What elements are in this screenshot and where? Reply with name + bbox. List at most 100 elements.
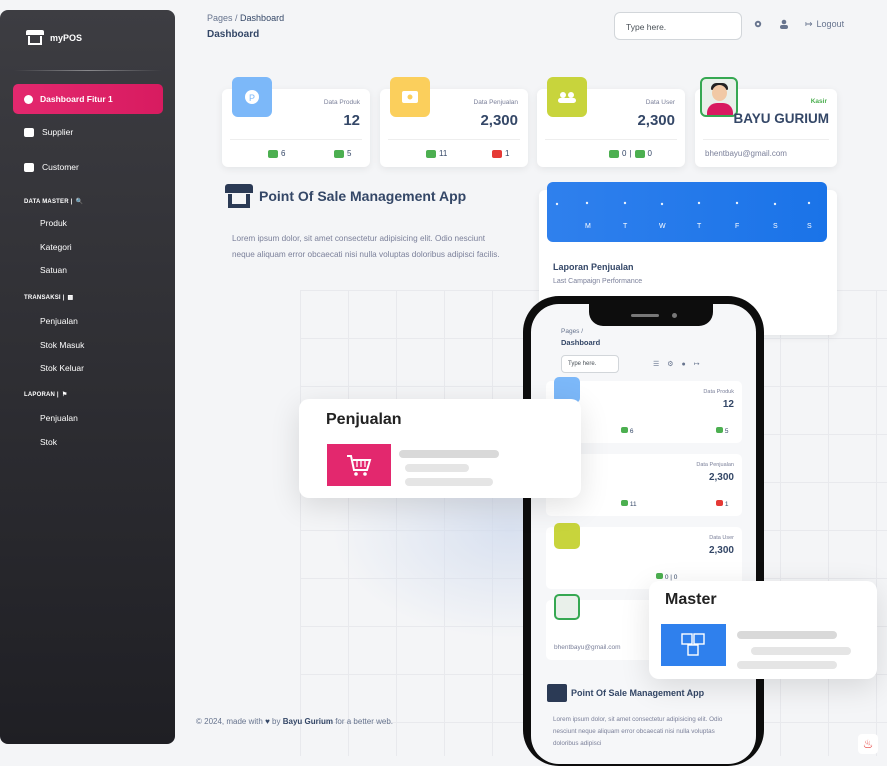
section-laporan: LAPORAN | ⚑ <box>24 391 67 399</box>
card-foot-a: 6 <box>268 149 285 158</box>
breadcrumb-current: Dashboard <box>240 13 285 23</box>
sidebar-item-stok[interactable]: Stok <box>40 437 57 447</box>
phone-card-user[interactable]: Data User 2,300 0 | 0 <box>546 523 742 589</box>
sidebar-item-penjualan[interactable]: Penjualan <box>40 316 78 326</box>
store-icon <box>547 684 567 702</box>
master-float-card[interactable]: Master <box>649 581 877 679</box>
profile-card[interactable]: Kasir BAYU GURIUM bhentbayu@gmail.com <box>695 77 837 167</box>
card-foot-value: 5 <box>724 428 729 435</box>
brand-name: myPOS <box>50 33 83 43</box>
phone-search-input[interactable]: Type here. <box>561 355 619 373</box>
truck-icon <box>634 149 645 158</box>
footer: © 2024, made with ♥ by Bayu Gurium for a… <box>196 717 393 726</box>
card-foot-value: 11 <box>629 501 637 508</box>
sidebar-item-customer[interactable]: Customer <box>24 162 79 172</box>
card-foot: 0 | 0 <box>609 149 652 158</box>
card-foot-value: 0 <box>622 149 627 158</box>
users-icon <box>24 162 34 172</box>
phone-breadcrumb: Pages / <box>561 328 584 335</box>
footer-suffix: for a better web. <box>335 717 394 726</box>
store-icon <box>225 182 253 210</box>
card-value: 2,300 <box>708 545 734 556</box>
sidebar-item-supplier[interactable]: Supplier <box>24 127 73 137</box>
card-foot-a: 6 <box>621 427 633 435</box>
profile-email: bhentbayu@gmail.com <box>705 149 787 158</box>
sidebar-item-satuan[interactable]: Satuan <box>40 265 67 275</box>
section-label: LAPORAN | <box>24 391 59 398</box>
search-input[interactable]: Type here. <box>614 12 742 40</box>
float-title-penjualan: Penjualan <box>326 411 402 428</box>
sidebar-divider <box>14 70 162 71</box>
money-icon <box>390 77 430 117</box>
sidebar-item-dashboard[interactable]: Dashboard Fitur 1 <box>13 84 163 114</box>
sidebar-item-laporan-penjualan[interactable]: Penjualan <box>40 413 78 423</box>
sidebar-item-label: Supplier <box>42 127 74 137</box>
user-list-icon <box>609 149 619 158</box>
sidebar-item-produk[interactable]: Produk <box>40 218 67 228</box>
card-foot-value: 1 <box>505 149 510 158</box>
svg-text:P: P <box>249 93 255 103</box>
card-user[interactable]: Data User 2,300 0 | 0 <box>537 77 685 167</box>
card-foot-value: 0 | 0 <box>664 574 678 581</box>
profile-name: BAYU GURIUM <box>733 111 829 126</box>
user-icon[interactable] <box>779 19 789 29</box>
card-label: Data Penjualan <box>696 462 734 468</box>
axis-label-w: W <box>659 223 666 230</box>
placeholder-bar <box>405 478 493 486</box>
card-divider <box>545 139 677 140</box>
card-value: 2,300 <box>708 472 734 483</box>
placeholder-bar <box>751 647 851 655</box>
card-value: 12 <box>343 112 360 129</box>
card-foot-value: 6 <box>629 428 634 435</box>
phone-app-title: Point Of Sale Management App <box>547 684 704 702</box>
card-foot-value: 5 <box>347 149 352 158</box>
card-label: Data User <box>645 99 675 106</box>
axis-label-s2: S <box>807 223 812 230</box>
placeholder-bar <box>405 464 469 472</box>
placeholder-bar <box>737 661 837 669</box>
app-title: Point Of Sale Management App <box>225 182 466 210</box>
breadcrumb-parent[interactable]: Pages <box>207 13 233 23</box>
penjualan-float-card[interactable]: Penjualan <box>299 399 581 498</box>
person-minus-icon <box>492 149 502 158</box>
sidebar-item-kategori[interactable]: Kategori <box>40 242 72 252</box>
axis-label-t: T <box>623 223 628 230</box>
card-label: Data User <box>709 535 734 541</box>
section-label: DATA MASTER | <box>24 198 73 205</box>
card-produk[interactable]: P Data Produk 12 6 5 <box>222 77 370 167</box>
gear-icon[interactable] <box>753 19 763 29</box>
profile-role: Kasir <box>810 98 827 105</box>
footer-author[interactable]: Bayu Gurium <box>283 717 333 726</box>
card-divider <box>388 139 520 140</box>
sidebar-item-stok-keluar[interactable]: Stok Keluar <box>40 363 84 373</box>
person-icon <box>426 149 436 158</box>
phone-screen: Pages / Dashboard Type here. ☰⚙●↦ Data P… <box>531 304 756 764</box>
phone-title: Dashboard <box>561 338 601 347</box>
placeholder-bar <box>399 450 499 458</box>
sidebar-item-label: Dashboard Fitur 1 <box>40 94 113 104</box>
card-value: 2,300 <box>637 112 675 129</box>
logout-label: Logout <box>816 19 845 29</box>
report-chart-svg: M T W T F S S <box>555 201 812 230</box>
logout-button[interactable]: ↦ Logout <box>805 19 844 30</box>
users-icon <box>547 77 587 117</box>
boxes-icon <box>661 624 726 666</box>
report-chart: M T W T F S S <box>547 182 827 242</box>
card-penjualan[interactable]: Data Penjualan 2,300 11 1 <box>380 77 528 167</box>
card-foot-b: 1 <box>492 149 509 158</box>
phone-toolbar-icons: ☰⚙●↦ <box>653 361 708 368</box>
footer-prefix: © 2024, made with <box>196 717 263 726</box>
shopping-cart-icon <box>327 444 391 486</box>
card-foot-b: 1 <box>716 500 728 508</box>
card-value: 2,300 <box>480 112 518 129</box>
sidebar-item-stok-masuk[interactable]: Stok Masuk <box>40 340 84 350</box>
fire-icon[interactable]: ♨ <box>858 734 878 754</box>
axis-label-m: M <box>585 223 591 230</box>
card-divider <box>230 139 362 140</box>
card-foot-a: 11 <box>621 500 637 508</box>
axis-label-f: F <box>735 223 739 230</box>
card-label: Data Produk <box>703 389 734 395</box>
brand[interactable]: myPOS <box>26 30 82 46</box>
card-value: 12 <box>722 399 734 410</box>
report-subtitle: Last Campaign Performance <box>553 278 643 285</box>
